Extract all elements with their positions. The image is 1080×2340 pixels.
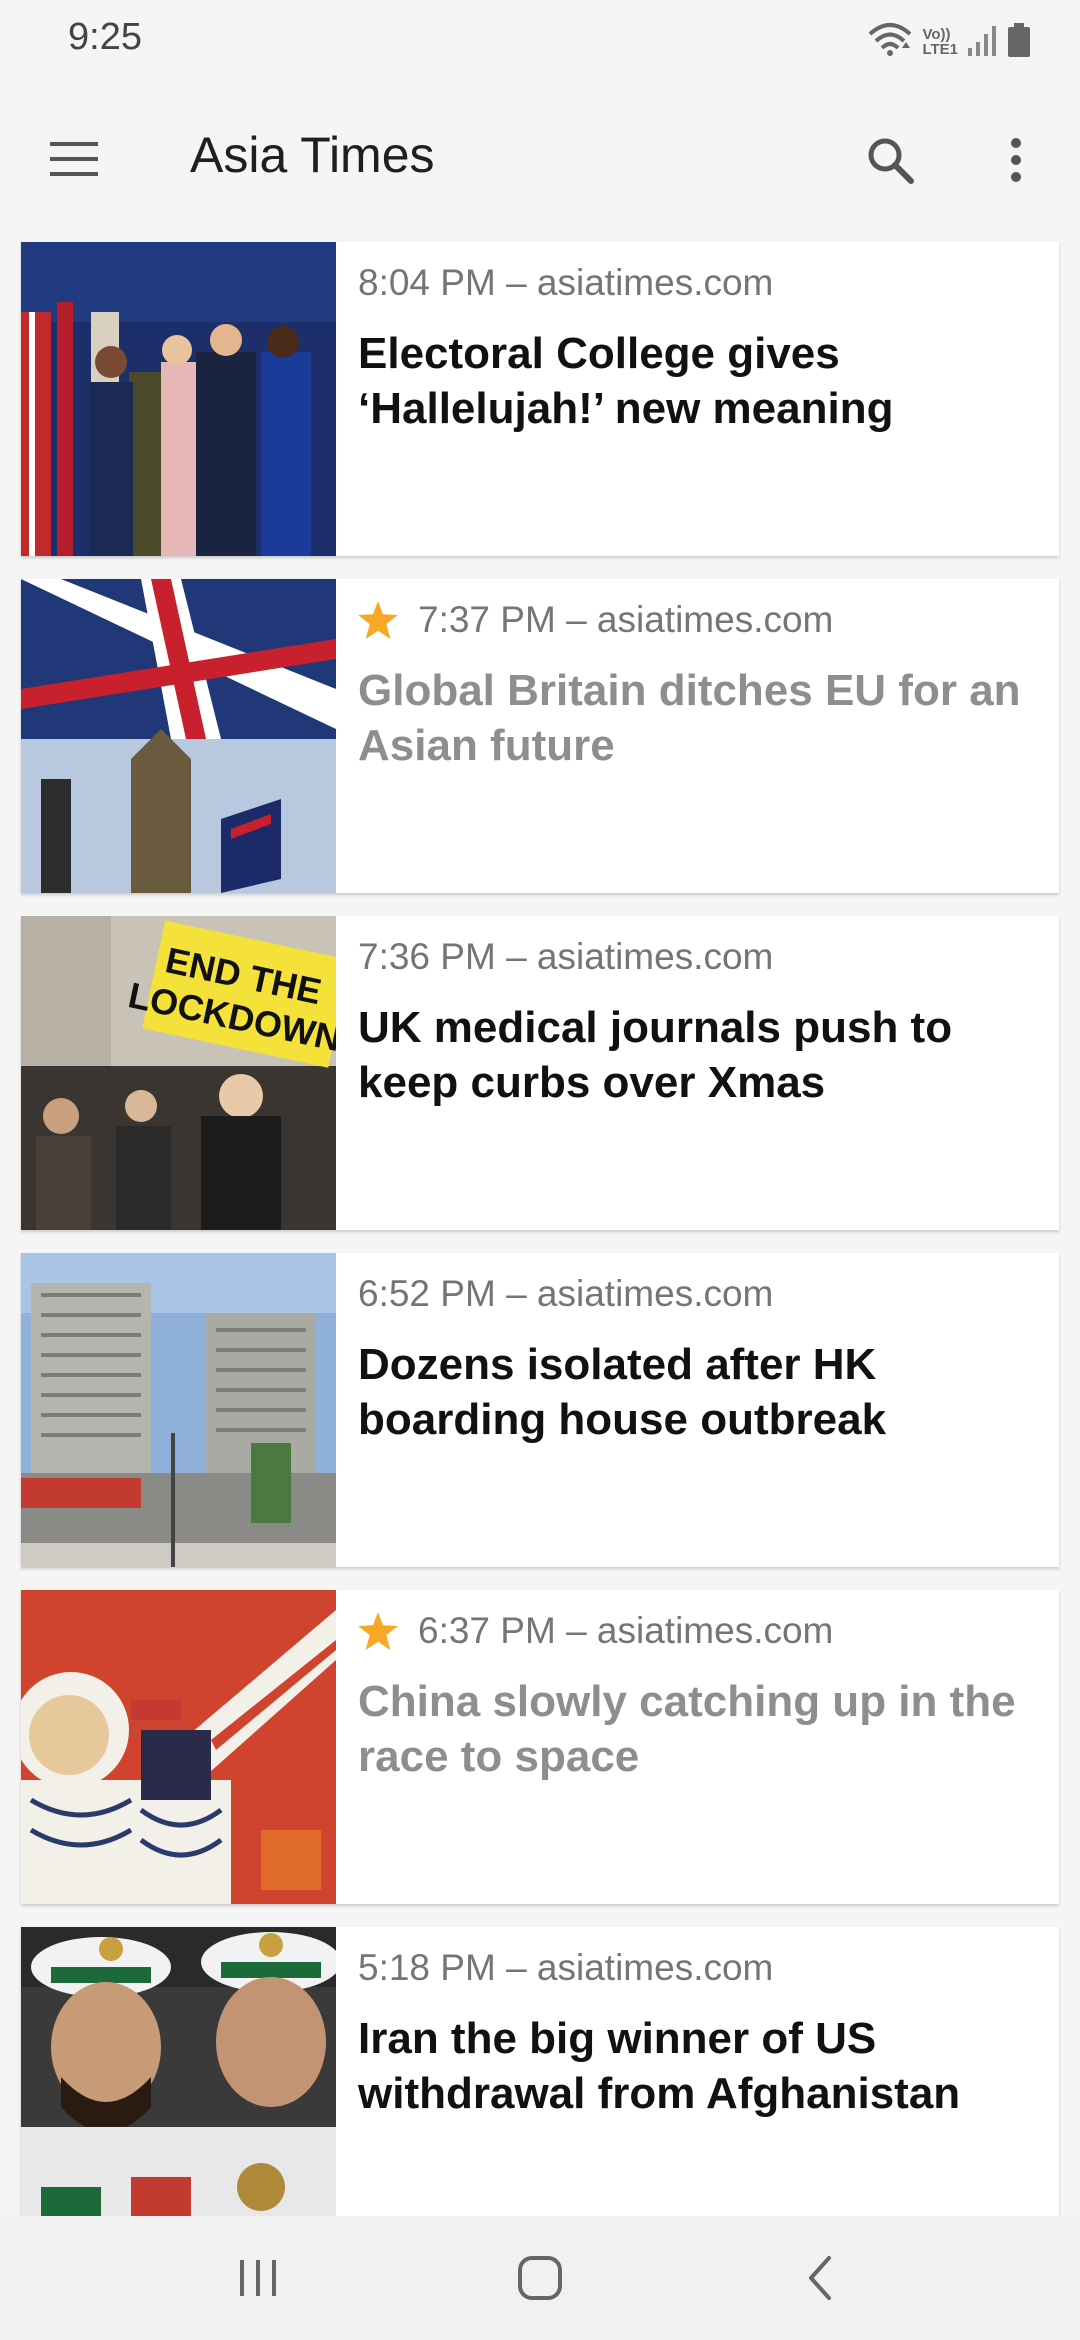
menu-button[interactable] (34, 124, 114, 194)
article-card[interactable]: 7:37 PM – asiatimes.com Global Britain d… (21, 579, 1059, 893)
app-title: Asia Times (190, 127, 435, 183)
app-bar: Asia Times (0, 84, 1080, 232)
more-vert-icon (1011, 138, 1021, 182)
recents-icon (240, 2260, 276, 2296)
recents-button[interactable] (198, 2238, 318, 2318)
search-button[interactable] (850, 120, 930, 200)
status-bar: 9:25 Vo)) LTE1 (0, 0, 1080, 84)
signal-icon (968, 24, 998, 61)
volte-label: Vo)) (922, 26, 951, 43)
article-title: Dozens isolated after HK boarding house … (358, 1340, 887, 1444)
article-meta-text: 6:37 PM – asiatimes.com (418, 1610, 834, 1651)
lte-label: LTE1 (922, 41, 958, 58)
star-icon (358, 601, 398, 639)
more-options-button[interactable] (976, 120, 1056, 200)
article-title: UK medical journals push to keep curbs o… (358, 1003, 953, 1107)
article-card[interactable]: 5:18 PM – asiatimes.com Iran the big win… (21, 1927, 1059, 2216)
article-card[interactable]: 6:37 PM – asiatimes.com China slowly cat… (21, 1590, 1059, 1904)
battery-icon (1008, 22, 1030, 62)
article-meta-text: 6:52 PM – asiatimes.com (358, 1273, 774, 1314)
star-icon (358, 1612, 398, 1650)
back-icon (809, 2256, 831, 2300)
article-meta-text: 5:18 PM – asiatimes.com (358, 1947, 774, 1988)
article-meta: 8:04 PM – asiatimes.com (358, 262, 773, 304)
article-card[interactable]: 6:52 PM – asiatimes.com Dozens isolated … (21, 1253, 1059, 1567)
search-icon (868, 138, 914, 184)
article-thumbnail (21, 1590, 336, 1904)
article-meta-text: 7:37 PM – asiatimes.com (418, 599, 834, 640)
article-meta: 7:37 PM – asiatimes.com (358, 599, 833, 641)
article-thumbnail (21, 1927, 336, 2216)
menu-icon (50, 142, 98, 176)
article-meta-text: 8:04 PM – asiatimes.com (358, 262, 774, 303)
home-icon (518, 2256, 562, 2300)
navigation-bar (0, 2216, 1080, 2340)
article-meta: 5:18 PM – asiatimes.com (358, 1947, 773, 1989)
article-title: Electoral College gives ‘Hallelujah!’ ne… (358, 329, 894, 433)
article-feed[interactable]: 8:04 PM – asiatimes.com Electoral Colleg… (0, 242, 1080, 2216)
article-card[interactable]: 8:04 PM – asiatimes.com Electoral Colleg… (21, 242, 1059, 556)
article-thumbnail (21, 579, 336, 893)
article-title: Iran the big winner of US withdrawal fro… (358, 2014, 961, 2118)
article-title: China slowly catching up in the race to … (358, 1677, 1016, 1781)
wifi-icon (868, 22, 912, 63)
home-button[interactable] (480, 2238, 600, 2318)
article-thumbnail: END THE LOCKDOWN (21, 916, 336, 1230)
article-meta: 7:36 PM – asiatimes.com (358, 936, 773, 978)
status-time: 9:25 (68, 16, 142, 58)
article-title: Global Britain ditches EU for an Asian f… (358, 666, 1021, 770)
back-button[interactable] (760, 2238, 880, 2318)
article-thumbnail (21, 242, 336, 556)
article-thumbnail (21, 1253, 336, 1567)
status-icons: Vo)) LTE1 (868, 20, 1030, 64)
article-meta-text: 7:36 PM – asiatimes.com (358, 936, 774, 977)
volte-lte-icon: Vo)) LTE1 (922, 27, 958, 57)
article-meta: 6:37 PM – asiatimes.com (358, 1610, 833, 1652)
article-card[interactable]: END THE LOCKDOWN 7:36 PM – asiatimes.com… (21, 916, 1059, 1230)
article-meta: 6:52 PM – asiatimes.com (358, 1273, 773, 1315)
